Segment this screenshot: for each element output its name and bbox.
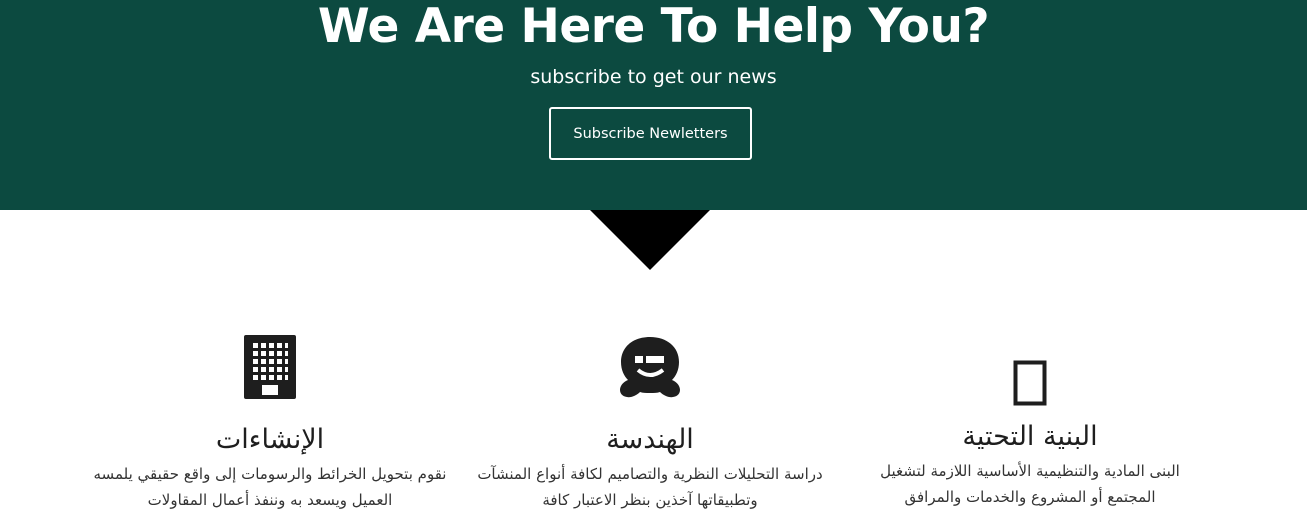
feature-title: الهندسة [606,424,694,455]
feature-text: نقوم بتحويل الخرائط والرسومات إلى واقع ح… [93,465,447,509]
feature-title: البنية التحتية [962,421,1098,452]
feature-engineering: الهندسة دراسة التحليلات النظرية والتصامي… [475,335,825,513]
feature-infrastructure: البنية التحتية البنى المادية والتنظيمية … [860,360,1200,510]
newsletter-hero: We Are Here To Help You? subscribe to ge… [0,0,1307,210]
hero-title: We Are Here To Help You? [317,0,990,54]
hero-subtitle: subscribe to get our news [530,66,777,88]
feature-title: الإنشاءات [215,424,325,455]
wpbeginner-icon [620,337,680,398]
feature-construction: الإنشاءات نقوم بتحويل الخرائط والرسومات … [90,335,450,513]
building-icon [244,335,296,399]
feature-text: دراسة التحليلات النظرية والتصاميم لكافة … [477,465,823,509]
placeholder-box-icon [1013,360,1047,406]
subscribe-button[interactable]: Subscribe Newletters [549,107,752,160]
down-triangle-pointer [590,210,710,270]
feature-text: البنى المادية والتنظيمية الأساسية اللازم… [880,462,1180,506]
